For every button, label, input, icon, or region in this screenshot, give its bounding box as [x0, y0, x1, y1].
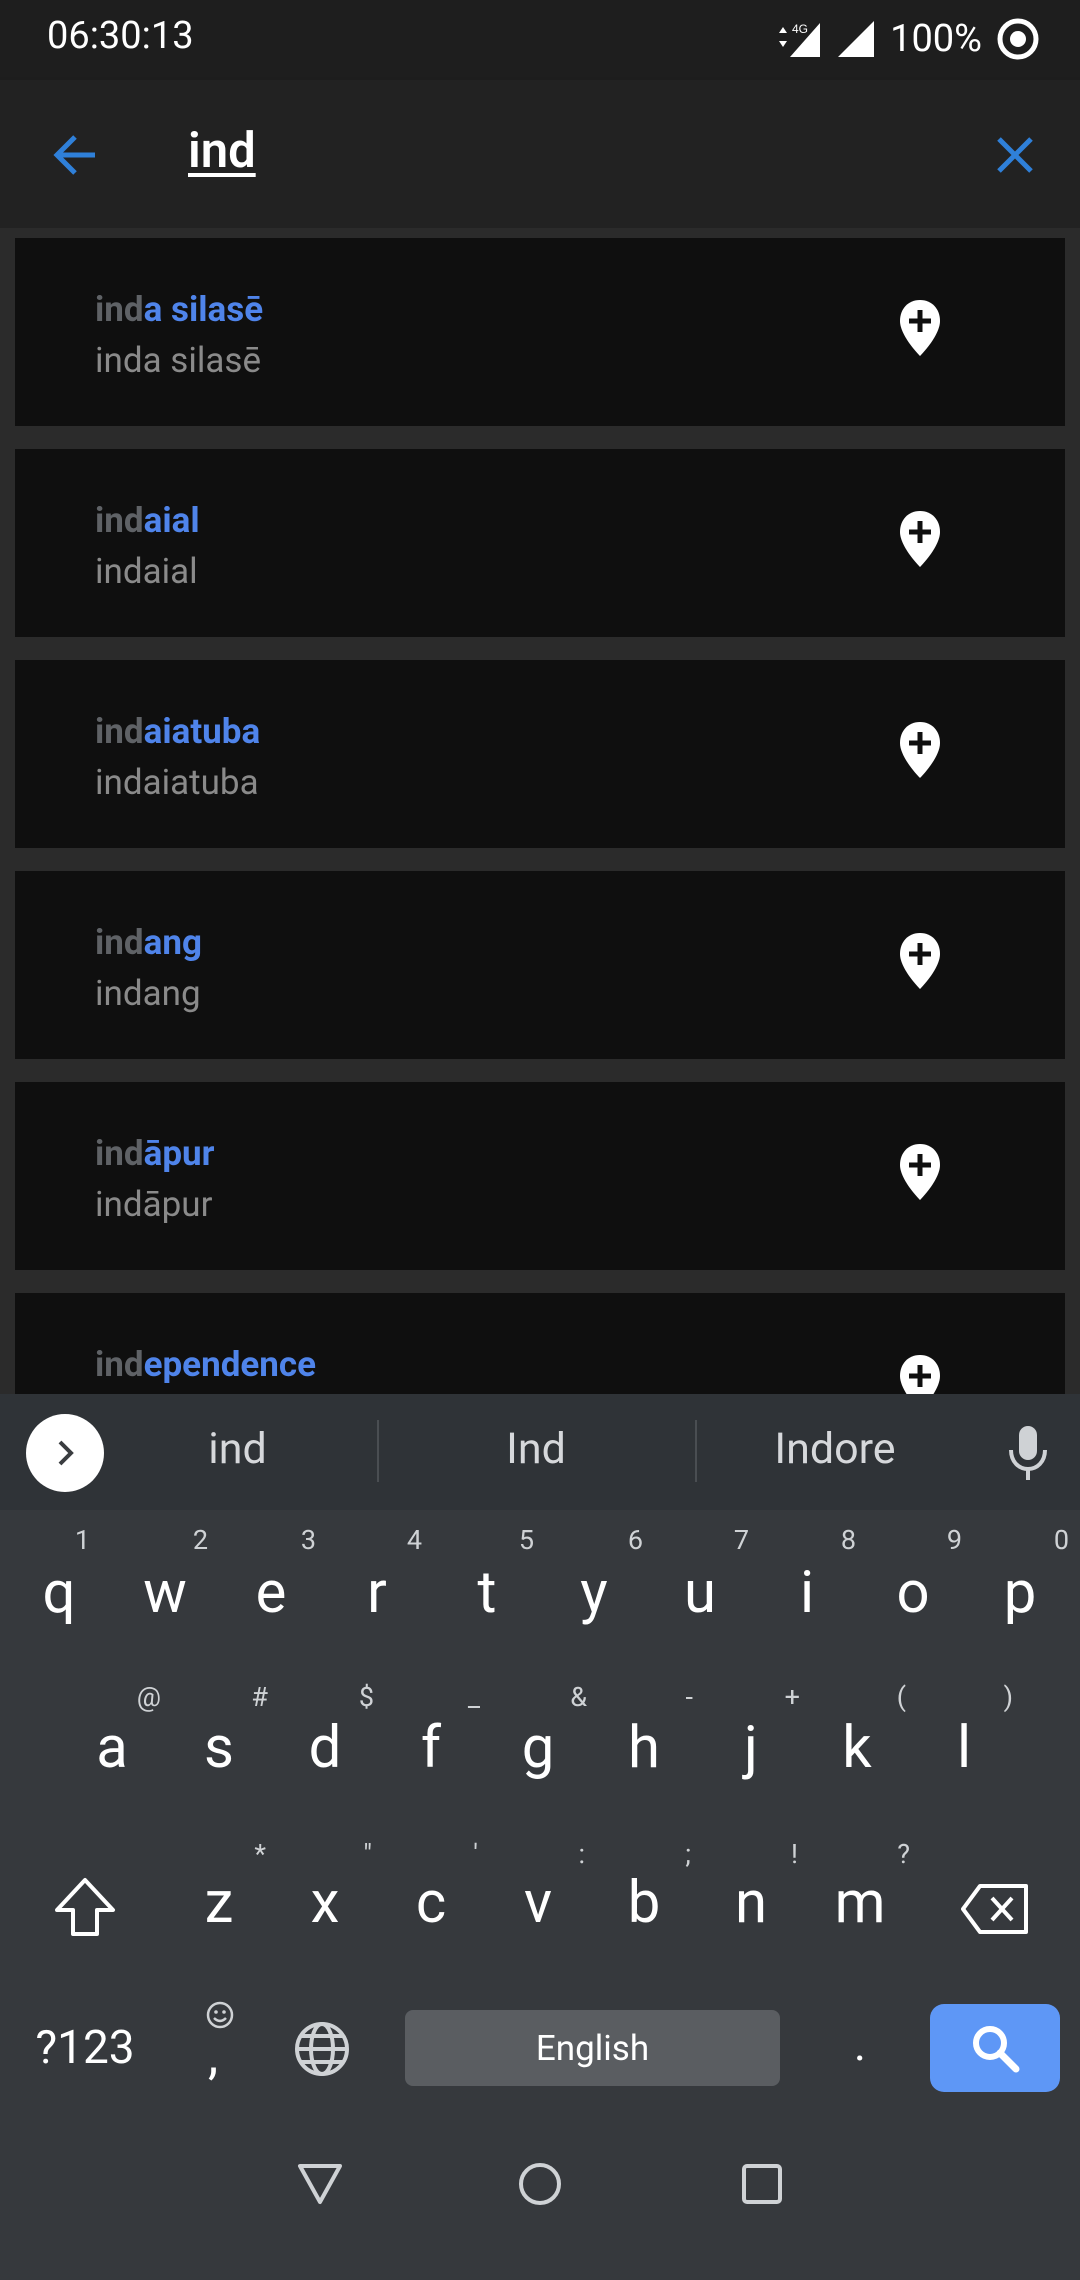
language-key[interactable] [292, 2020, 352, 2080]
network-4g-icon: 4G [776, 19, 822, 59]
key-o[interactable]: 9o [876, 1524, 962, 1640]
add-location-icon[interactable] [898, 1353, 942, 1394]
backspace-key[interactable] [955, 1840, 1035, 1950]
result-title: inda silasē [95, 289, 264, 330]
arrow-left-icon [53, 135, 95, 175]
chevron-right-icon [58, 1440, 74, 1466]
key-j[interactable]: + j [714, 1681, 800, 1795]
key-n[interactable]: ! n [714, 1838, 798, 1950]
result-item[interactable]: indāpur indāpur [15, 1082, 1065, 1270]
search-toolbar: ind [0, 80, 1080, 228]
key-k[interactable]: (k [820, 1681, 906, 1795]
close-icon [997, 137, 1033, 173]
key-x[interactable]: " x [288, 1838, 372, 1950]
backspace-icon [961, 1884, 1028, 1934]
key-w[interactable]: 2w [128, 1524, 208, 1640]
key-l[interactable]: ) l [927, 1681, 1013, 1795]
key-r[interactable]: 4r [340, 1524, 422, 1640]
globe-icon [295, 2022, 349, 2076]
svg-text:4G: 4G [792, 22, 808, 36]
add-location-icon[interactable] [898, 298, 942, 358]
result-subtitle: indāpur [95, 1184, 213, 1225]
result-item[interactable]: inda silasē inda silasē [15, 238, 1065, 426]
result-title: indang [95, 922, 202, 963]
result-title: indaial [95, 500, 200, 541]
key-y[interactable]: 6y [557, 1524, 643, 1640]
status-bar: 06:30:13 4G 100% [0, 0, 1080, 80]
search-input[interactable]: ind [188, 122, 256, 179]
space-key[interactable]: English [405, 2010, 780, 2086]
key-h[interactable]: -h [607, 1681, 693, 1795]
navigation-bar [0, 2094, 1080, 2280]
key-e[interactable]: 3e [234, 1524, 316, 1640]
key-c[interactable]: ' c [394, 1838, 478, 1950]
add-location-icon[interactable] [898, 931, 942, 991]
nav-home-button[interactable] [510, 2154, 570, 2214]
results-list: inda silasē inda silasē indaial indaial … [0, 228, 1080, 1394]
key-i[interactable]: 8i [770, 1524, 856, 1640]
keyboard-suggestion-strip: ind Ind Indore [0, 1394, 1080, 1510]
result-item[interactable]: indaiatuba indaiatuba [15, 660, 1065, 848]
result-title: indaiatuba [95, 711, 261, 752]
result-item[interactable]: indaial indaial [15, 449, 1065, 637]
symbols-key[interactable]: ?123 [20, 2010, 150, 2086]
shift-key[interactable] [40, 1840, 130, 1950]
suggestion-2[interactable]: Ind [440, 1424, 632, 1474]
key-d[interactable]: $ d [288, 1681, 374, 1795]
result-title: independence [95, 1344, 317, 1385]
status-time: 06:30:13 [47, 14, 194, 58]
suggestion-1[interactable]: ind [155, 1424, 320, 1474]
key-z[interactable]: * z [182, 1838, 266, 1950]
status-icons: 4G 100% [776, 14, 1040, 64]
suggestion-3[interactable]: Indore [735, 1424, 935, 1474]
result-subtitle: inda silasē [95, 340, 262, 381]
key-v[interactable]: :v [501, 1838, 585, 1950]
key-t[interactable]: 5t [450, 1524, 535, 1640]
key-a[interactable]: @ a [75, 1681, 161, 1795]
key-u[interactable]: 7u [663, 1524, 749, 1640]
key-m[interactable]: ? m [820, 1838, 910, 1950]
divider [377, 1420, 379, 1482]
result-subtitle: indang [95, 973, 201, 1014]
signal-icon [836, 19, 876, 59]
divider [695, 1420, 697, 1482]
key-q[interactable]: 1q [22, 1524, 96, 1640]
recents-square-icon [742, 2164, 782, 2204]
key-g[interactable]: & g [501, 1681, 587, 1795]
back-button[interactable] [45, 120, 105, 190]
expand-toolbar-button[interactable] [26, 1414, 104, 1492]
result-item[interactable]: independence [15, 1293, 1065, 1394]
home-circle-icon [519, 2163, 561, 2205]
microphone-icon [1009, 1426, 1047, 1480]
key-s[interactable]: # s [182, 1681, 268, 1795]
keyboard: 1q 2w 3e 4r 5t 6y 7u 8i 9o 0p @ a # s $ d _… [0, 1510, 1080, 2094]
shift-icon [55, 1878, 115, 1936]
add-location-icon[interactable] [898, 720, 942, 780]
battery-percentage: 100% [890, 17, 982, 61]
period-key[interactable]: . [840, 2010, 880, 2086]
result-title: indāpur [95, 1133, 215, 1174]
back-triangle-icon [298, 2164, 342, 2204]
result-subtitle: indaiatuba [95, 762, 259, 803]
status-ring-icon [996, 17, 1040, 61]
search-icon [973, 2026, 1020, 2073]
nav-back-button[interactable] [290, 2154, 350, 2214]
add-location-icon[interactable] [898, 509, 942, 569]
add-location-icon[interactable] [898, 1142, 942, 1202]
key-b[interactable]: ; b [607, 1838, 691, 1950]
result-subtitle: indaial [95, 551, 198, 592]
key-f[interactable]: _ f [394, 1681, 480, 1795]
key-p[interactable]: 0p [983, 1524, 1069, 1640]
search-key[interactable] [930, 2004, 1060, 2092]
nav-recents-button[interactable] [732, 2154, 792, 2214]
result-item[interactable]: indang indang [15, 871, 1065, 1059]
microphone-button[interactable] [1000, 1424, 1056, 1484]
comma-key[interactable]: , [190, 2000, 250, 2100]
clear-search-button[interactable] [985, 120, 1045, 190]
